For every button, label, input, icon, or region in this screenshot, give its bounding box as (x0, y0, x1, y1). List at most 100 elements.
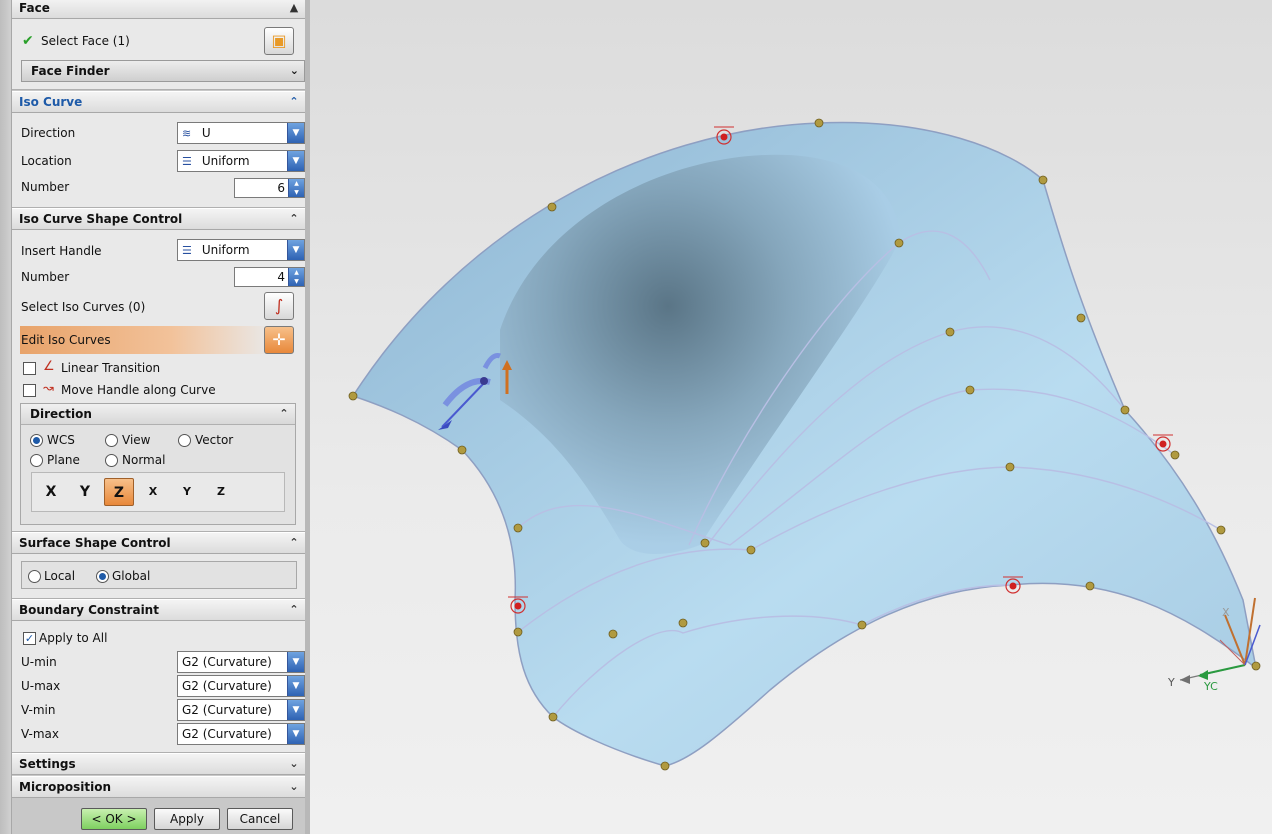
face-finder-group[interactable]: Face Finder ⌄ (21, 60, 305, 82)
collapse-up-icon[interactable]: ⌃ (287, 212, 301, 226)
section-boundary-header[interactable]: Boundary Constraint ⌃ (12, 599, 305, 621)
direction-view-radio[interactable] (105, 434, 118, 447)
control-point[interactable] (513, 627, 523, 637)
apply-all-checkbox[interactable]: ✓ (23, 632, 36, 645)
v-max-combo[interactable]: G2 (Curvature) ▼ (177, 723, 305, 745)
control-point[interactable] (857, 620, 867, 630)
collapse-up-icon[interactable]: ⌃ (287, 95, 301, 109)
handle-number-spinner[interactable]: 4 ▲ ▼ (234, 267, 305, 287)
axis-y-rotate-button[interactable]: Y (172, 478, 202, 506)
collapse-up-icon[interactable]: ⌃ (287, 603, 301, 617)
surface-global-label: Global (112, 569, 151, 583)
u-min-label: U-min (21, 655, 57, 669)
ok-label: < OK > (91, 812, 137, 826)
axis-x-button[interactable]: X (36, 478, 66, 506)
collapse-up-icon[interactable]: ▲ (287, 1, 301, 15)
section-iso-curve-body: Direction ≋ U ▼ Location ☰ Uniform ▼ Num… (12, 113, 305, 208)
direction-plane-radio[interactable] (30, 454, 43, 467)
direction-wcs-radio[interactable] (30, 434, 43, 447)
axis-z-button[interactable]: Z (104, 478, 134, 506)
direction-value: U (201, 126, 211, 140)
control-point[interactable] (894, 238, 904, 248)
surface-local-label: Local (44, 569, 76, 583)
control-point[interactable] (1170, 450, 1180, 460)
control-point[interactable] (1251, 661, 1261, 671)
control-point[interactable] (1085, 581, 1095, 591)
section-settings-header[interactable]: Settings ⌄ (12, 753, 305, 775)
select-iso-label: Select Iso Curves (0) (21, 300, 146, 314)
collapse-up-icon[interactable]: ⌃ (277, 407, 291, 421)
control-point[interactable] (1005, 462, 1015, 472)
linear-transition-checkbox[interactable] (23, 362, 36, 375)
direction-combo[interactable]: ≋ U ▼ (177, 122, 305, 144)
control-point[interactable] (965, 385, 975, 395)
edit-iso-curves-row[interactable]: Edit Iso Curves (20, 326, 272, 354)
control-point[interactable] (548, 712, 558, 722)
select-face-button[interactable]: ▣ (264, 27, 294, 55)
axis-z-rotate-label: Z (217, 485, 225, 498)
section-microposition-header[interactable]: Microposition ⌄ (12, 776, 305, 798)
section-shape-control-header[interactable]: Iso Curve Shape Control ⌃ (12, 208, 305, 230)
triad-yc-label: YC (1203, 680, 1218, 693)
control-point[interactable] (457, 445, 467, 455)
u-max-combo[interactable]: G2 (Curvature) ▼ (177, 675, 305, 697)
v-min-value: G2 (Curvature) (182, 703, 272, 717)
axis-z-rotate-button[interactable]: Z (206, 478, 236, 506)
section-iso-curve-header[interactable]: Iso Curve ⌃ (12, 91, 305, 113)
direction-subgroup-header[interactable]: Direction ⌃ (21, 404, 295, 425)
control-point[interactable] (1038, 175, 1048, 185)
dropdown-arrow-icon: ▼ (287, 151, 304, 171)
control-point[interactable] (945, 327, 955, 337)
location-combo[interactable]: ☰ Uniform ▼ (177, 150, 305, 172)
direction-plane-label: Plane (47, 453, 80, 467)
control-point[interactable] (678, 618, 688, 628)
control-point[interactable] (1076, 313, 1086, 323)
control-point[interactable] (608, 629, 618, 639)
v-max-label: V-max (21, 727, 59, 741)
control-point[interactable] (547, 202, 557, 212)
section-settings-title: Settings (19, 757, 76, 771)
edit-iso-curves-button[interactable]: ✛ (264, 326, 294, 354)
surface-canvas[interactable]: Y YC X (310, 0, 1272, 834)
direction-vector-radio[interactable] (178, 434, 191, 447)
iso-number-spinner[interactable]: 6 ▲ ▼ (234, 178, 305, 198)
linear-transition-icon: ∠ (43, 359, 55, 374)
direction-normal-radio[interactable] (105, 454, 118, 467)
cancel-button[interactable]: Cancel (227, 808, 293, 830)
axis-y-button[interactable]: Y (70, 478, 100, 506)
control-point[interactable] (1216, 525, 1226, 535)
control-point[interactable] (348, 391, 358, 401)
ok-button[interactable]: < OK > (81, 808, 147, 830)
insert-handle-combo[interactable]: ☰ Uniform ▼ (177, 239, 305, 261)
select-iso-curves-button[interactable]: ∫ (264, 292, 294, 320)
collapse-up-icon[interactable]: ⌃ (287, 536, 301, 550)
panel-scroll-strip[interactable] (0, 0, 12, 834)
control-point[interactable] (660, 761, 670, 771)
move-handle-checkbox[interactable] (23, 384, 36, 397)
location-label: Location (21, 154, 72, 168)
axis-y-label: Y (79, 484, 91, 500)
u-min-combo[interactable]: G2 (Curvature) ▼ (177, 651, 305, 673)
direction-wcs-label: WCS (47, 433, 75, 447)
graphics-viewport[interactable]: Y YC X (310, 0, 1272, 834)
axis-x-rotate-button[interactable]: X (138, 478, 168, 506)
spinner-arrows-icon[interactable]: ▲ ▼ (288, 179, 304, 197)
chevron-down-icon[interactable]: ⌄ (287, 780, 301, 794)
direction-subgroup: Direction ⌃ WCS View Vector Plane Normal… (20, 403, 296, 525)
surface-global-radio[interactable] (96, 570, 109, 583)
control-point[interactable] (700, 538, 710, 548)
control-point[interactable] (814, 118, 824, 128)
control-point[interactable] (1120, 405, 1130, 415)
section-surface-shape-header[interactable]: Surface Shape Control ⌃ (12, 532, 305, 554)
surface-local-radio[interactable] (28, 570, 41, 583)
spinner-arrows-icon[interactable]: ▲ ▼ (288, 268, 304, 286)
section-face-header[interactable]: Face ▲ (12, 0, 305, 19)
control-point[interactable] (746, 545, 756, 555)
apply-label: Apply (170, 812, 204, 826)
triad-x-label: X (1222, 606, 1230, 619)
v-min-combo[interactable]: G2 (Curvature) ▼ (177, 699, 305, 721)
chevron-down-icon[interactable]: ⌄ (287, 757, 301, 771)
apply-all-label: Apply to All (39, 631, 108, 645)
apply-button[interactable]: Apply (154, 808, 220, 830)
control-point[interactable] (513, 523, 523, 533)
